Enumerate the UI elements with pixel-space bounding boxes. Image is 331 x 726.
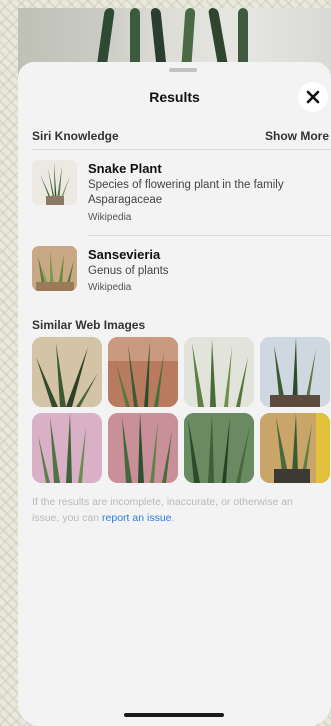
result-description: Genus of plants bbox=[88, 265, 169, 277]
result-thumbnail bbox=[32, 160, 77, 205]
similar-image[interactable] bbox=[108, 337, 178, 407]
similar-image[interactable] bbox=[260, 413, 330, 483]
home-indicator bbox=[124, 713, 224, 717]
sheet-grabber[interactable] bbox=[169, 68, 197, 72]
feedback-disclaimer: If the results are incomplete, inaccurat… bbox=[32, 494, 322, 526]
divider bbox=[88, 235, 331, 236]
report-issue-link[interactable]: report an issue bbox=[102, 512, 171, 524]
disclaimer-suffix: . bbox=[171, 512, 175, 524]
similar-image[interactable] bbox=[184, 413, 254, 483]
divider bbox=[32, 149, 331, 150]
sheet-title: Results bbox=[149, 89, 200, 105]
visual-lookup-sheet: Results Siri Knowledge Show More Snake P… bbox=[18, 62, 331, 726]
close-button[interactable] bbox=[298, 82, 328, 112]
similar-web-images-header: Similar Web Images bbox=[32, 318, 146, 332]
result-title: Sansevieria bbox=[88, 247, 161, 262]
result-title: Snake Plant bbox=[88, 161, 162, 176]
similar-image[interactable] bbox=[184, 337, 254, 407]
similar-image[interactable] bbox=[260, 337, 330, 407]
result-source: Wikipedia bbox=[88, 212, 132, 223]
result-description: Species of flowering plant in the family… bbox=[88, 179, 284, 206]
show-more-link[interactable]: Show More bbox=[265, 129, 329, 143]
result-source: Wikipedia bbox=[88, 282, 132, 293]
similar-image[interactable] bbox=[108, 413, 178, 483]
similar-image[interactable] bbox=[32, 413, 102, 483]
result-thumbnail bbox=[32, 246, 77, 291]
similar-image[interactable] bbox=[32, 337, 102, 407]
close-icon bbox=[306, 90, 320, 104]
